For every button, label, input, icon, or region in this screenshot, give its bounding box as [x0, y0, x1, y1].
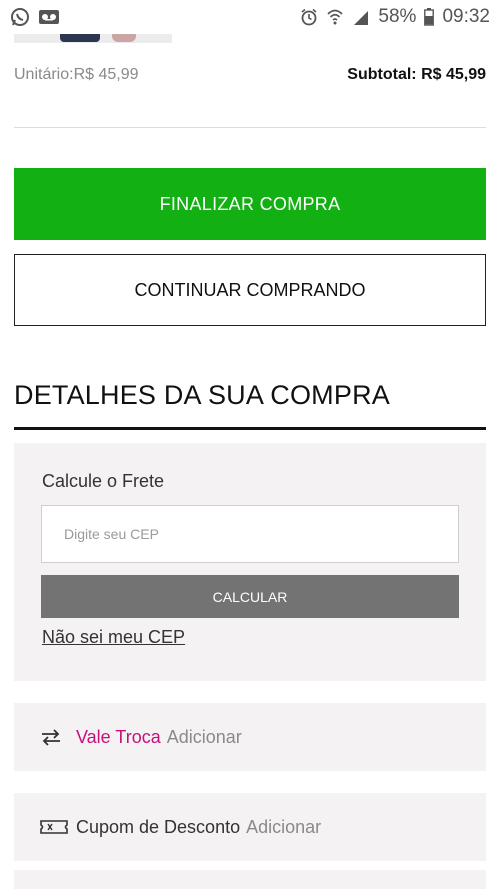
shipping-label: Calcule o Frete — [42, 471, 165, 491]
finalize-purchase-button[interactable]: FINALIZAR COMPRA — [14, 168, 486, 240]
ticket-icon — [40, 819, 68, 835]
status-time: 09:32 — [442, 6, 490, 27]
coupon-row[interactable]: Cupom de Desconto Adicionar — [14, 793, 486, 861]
next-panel-partial — [14, 870, 486, 889]
status-bar-right: 58% 09:32 — [300, 6, 490, 28]
product-image-detail — [112, 34, 136, 42]
divider — [14, 127, 486, 128]
vale-troca-row[interactable]: Vale Troca Adicionar — [14, 703, 486, 771]
product-image-detail — [60, 34, 100, 42]
battery-icon — [424, 8, 435, 26]
cart-item-price-row: Unitário:R$ 45,99 Subtotal: R$ 45,99 — [14, 66, 486, 84]
swap-arrows-icon — [40, 728, 68, 746]
cep-input[interactable] — [41, 505, 459, 563]
coupon-add-link[interactable]: Adicionar — [246, 817, 321, 838]
voicemail-icon — [38, 9, 60, 25]
whatsapp-icon — [10, 7, 30, 27]
alarm-icon — [300, 8, 318, 26]
unknown-cep-link[interactable]: Não sei meu CEP — [42, 627, 185, 648]
unit-price: Unitário:R$ 45,99 — [14, 66, 139, 83]
battery-percent: 58% — [378, 6, 417, 27]
calculate-shipping-button[interactable]: CALCULAR — [41, 575, 459, 618]
continue-shopping-button[interactable]: CONTINUAR COMPRANDO — [14, 254, 486, 326]
status-bar-left — [10, 7, 60, 27]
shipping-calculator: Calcule o Frete CALCULAR Não sei meu CEP — [14, 443, 486, 681]
wifi-icon — [326, 8, 344, 26]
section-underline — [14, 427, 486, 430]
coupon-label: Cupom de Desconto — [76, 816, 241, 837]
vale-troca-label: Vale Troca — [76, 726, 161, 747]
subtotal: Subtotal: R$ 45,99 — [347, 66, 486, 83]
signal-icon — [352, 8, 370, 26]
status-bar: 58% 09:32 — [0, 0, 500, 34]
vale-troca-add-link[interactable]: Adicionar — [167, 727, 242, 748]
section-title: DETALHES DA SUA COMPRA — [14, 380, 390, 410]
product-image[interactable] — [14, 34, 172, 43]
